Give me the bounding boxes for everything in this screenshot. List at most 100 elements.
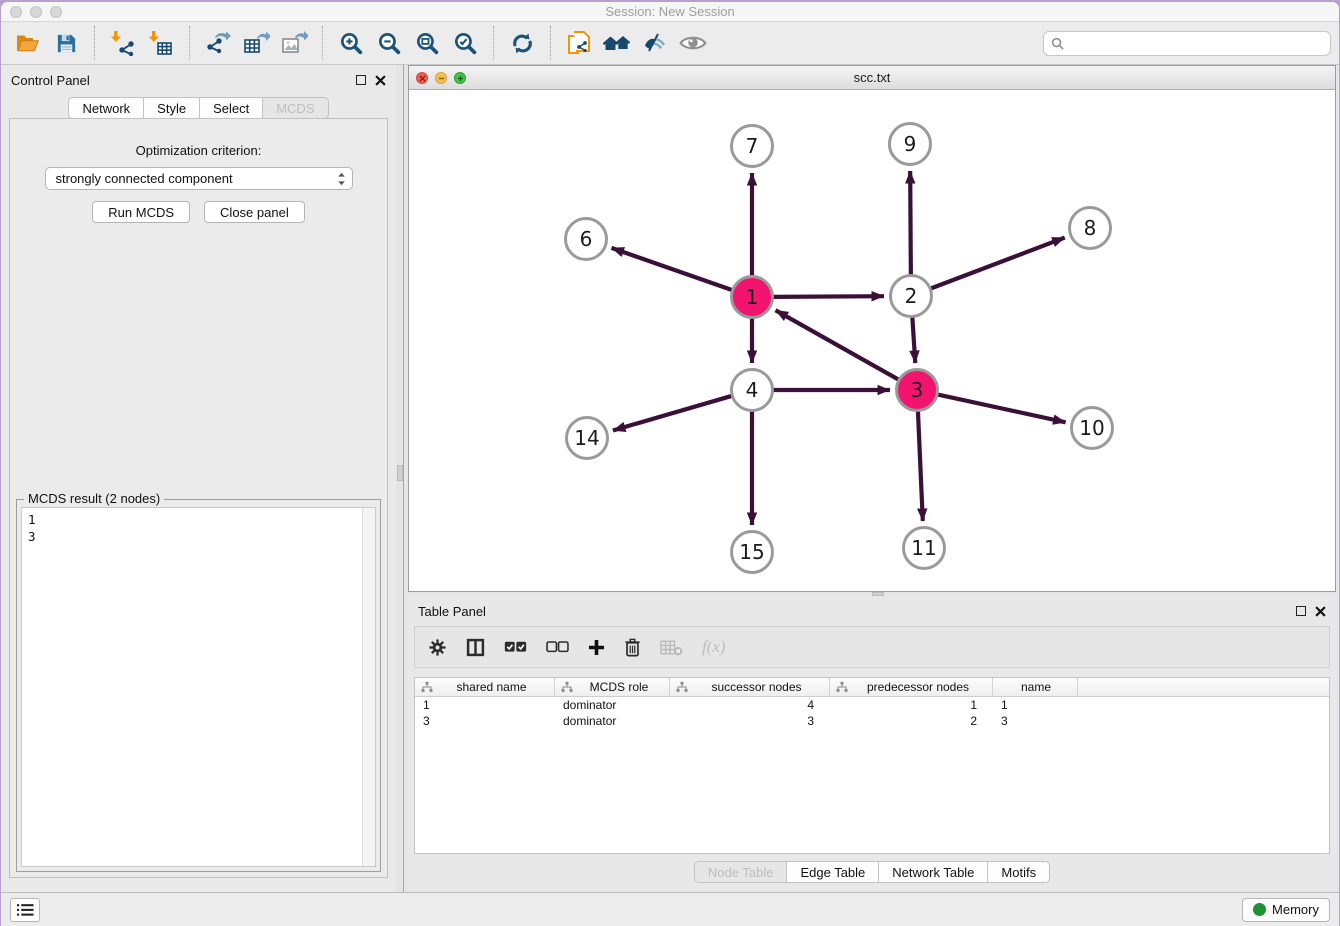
graph-node-8[interactable]: 8 <box>1068 206 1112 250</box>
graph-edge-3-1[interactable] <box>776 310 901 380</box>
network-window-titlebar[interactable]: scc.txt <box>409 66 1335 90</box>
table-cell[interactable]: 2 <box>830 713 993 729</box>
table-cell[interactable]: 1 <box>415 697 555 713</box>
table-cell[interactable]: 3 <box>415 713 555 729</box>
tab-network[interactable]: Network <box>68 97 144 119</box>
column-header-shared-name[interactable]: shared name <box>415 678 555 696</box>
export-table-icon <box>243 30 270 56</box>
mcds-result-lines: 13 <box>22 508 375 545</box>
tab-select[interactable]: Select <box>199 97 263 119</box>
table-cell[interactable]: 3 <box>670 713 830 729</box>
graph-edge-3-11[interactable] <box>918 409 923 521</box>
graph-edge-3-10[interactable] <box>936 394 1066 422</box>
network-maximize-button[interactable] <box>454 72 466 84</box>
save-session-button[interactable] <box>47 24 85 62</box>
graph-node-14[interactable]: 14 <box>565 416 609 460</box>
table-cell[interactable]: dominator <box>555 713 670 729</box>
apply-layout-button[interactable] <box>503 24 541 62</box>
table-cell[interactable]: 4 <box>670 697 830 713</box>
network-minimize-button[interactable] <box>435 72 447 84</box>
tab-node-table[interactable]: Node Table <box>694 861 788 883</box>
splitter-grip[interactable] <box>397 465 403 481</box>
zoom-out-button[interactable] <box>370 24 408 62</box>
node-table[interactable]: shared nameMCDS rolesuccessor nodesprede… <box>414 677 1330 854</box>
show-columns-button[interactable] <box>466 638 485 657</box>
unselect-all-button[interactable] <box>546 640 569 654</box>
export-table-button[interactable] <box>237 24 275 62</box>
graph-node-2[interactable]: 2 <box>889 274 933 318</box>
mcds-result-textarea[interactable]: 13 <box>21 507 376 867</box>
table-cell[interactable]: dominator <box>555 697 670 713</box>
graph-edge-1-6[interactable] <box>611 248 734 291</box>
refresh-icon <box>510 31 535 56</box>
graph-edge-4-14[interactable] <box>613 395 734 430</box>
table-cell[interactable]: 1 <box>830 697 993 713</box>
tab-mcds[interactable]: MCDS <box>262 97 328 119</box>
add-column-button[interactable] <box>588 639 605 656</box>
vertical-splitter[interactable] <box>396 65 404 892</box>
zoom-out-icon <box>377 31 402 56</box>
graph-node-9[interactable]: 9 <box>888 122 932 166</box>
show-hide-details-button[interactable] <box>674 24 712 62</box>
show-hide-graphics-button[interactable] <box>636 24 674 62</box>
tab-motifs[interactable]: Motifs <box>987 861 1050 883</box>
export-image-button[interactable] <box>275 24 313 62</box>
table-row[interactable]: 3dominator323 <box>415 713 1329 729</box>
table-settings-button[interactable] <box>428 638 447 657</box>
graph-node-6[interactable]: 6 <box>564 217 608 261</box>
column-header-predecessor-nodes[interactable]: predecessor nodes <box>830 678 993 696</box>
network-canvas[interactable]: 7 9 6 8 1 2 4 3 14 10 15 11 <box>409 90 1335 591</box>
tab-edge-table[interactable]: Edge Table <box>786 861 879 883</box>
delete-column-button[interactable] <box>624 638 641 657</box>
graph-node-7[interactable]: 7 <box>730 124 774 168</box>
network-close-button[interactable] <box>416 72 428 84</box>
tab-network-table[interactable]: Network Table <box>878 861 988 883</box>
close-panel-button[interactable]: Close panel <box>204 201 305 223</box>
graph-node-10[interactable]: 10 <box>1070 406 1114 450</box>
close-panel-icon[interactable] <box>1315 606 1326 617</box>
search-input[interactable] <box>1069 36 1323 51</box>
task-history-button[interactable] <box>10 898 40 922</box>
zoom-selected-button[interactable] <box>446 24 484 62</box>
select-all-icon <box>504 640 527 654</box>
tab-style[interactable]: Style <box>143 97 200 119</box>
export-network-button[interactable] <box>199 24 237 62</box>
float-panel-icon[interactable] <box>356 75 366 85</box>
result-scrollbar[interactable] <box>362 508 375 866</box>
table-cell[interactable]: 1 <box>993 697 1078 713</box>
optimization-select[interactable]: strongly connected component <box>45 167 353 190</box>
graph-node-11[interactable]: 11 <box>902 526 946 570</box>
minimize-window-button[interactable] <box>30 6 42 18</box>
graph-edge-2-3[interactable] <box>912 315 915 363</box>
zoom-fit-button[interactable] <box>408 24 446 62</box>
zoom-in-button[interactable] <box>332 24 370 62</box>
float-panel-icon[interactable] <box>1296 606 1306 616</box>
graph-node-15[interactable]: 15 <box>730 530 774 574</box>
close-panel-icon[interactable] <box>375 75 386 86</box>
graph-edge-2-9[interactable] <box>910 171 911 277</box>
network-view-window: scc.txt 7 9 6 8 1 2 4 3 14 10 15 11 <box>408 65 1336 592</box>
column-header-MCDS-role[interactable]: MCDS role <box>555 678 670 696</box>
clone-network-button[interactable] <box>560 24 598 62</box>
graph-node-3[interactable]: 3 <box>895 368 939 412</box>
import-network-button[interactable] <box>104 24 142 62</box>
open-session-button[interactable] <box>9 24 47 62</box>
zoom-window-button[interactable] <box>50 6 62 18</box>
delete-table-icon <box>660 639 683 656</box>
run-mcds-button[interactable]: Run MCDS <box>92 201 190 223</box>
close-window-button[interactable] <box>10 6 22 18</box>
column-type-icon <box>421 681 433 693</box>
graph-node-1[interactable]: 1 <box>730 275 774 319</box>
memory-button[interactable]: Memory <box>1242 898 1330 922</box>
search-box[interactable] <box>1043 31 1331 56</box>
first-neighbors-button[interactable] <box>598 24 636 62</box>
select-all-button[interactable] <box>504 640 527 654</box>
table-row[interactable]: 1dominator411 <box>415 697 1329 713</box>
column-header-successor-nodes[interactable]: successor nodes <box>670 678 830 696</box>
graph-edge-1-2[interactable] <box>771 296 884 297</box>
import-table-button[interactable] <box>142 24 180 62</box>
table-cell[interactable]: 3 <box>993 713 1078 729</box>
graph-node-4[interactable]: 4 <box>730 368 774 412</box>
column-header-name[interactable]: name <box>993 678 1078 696</box>
graph-edge-2-8[interactable] <box>929 238 1065 290</box>
